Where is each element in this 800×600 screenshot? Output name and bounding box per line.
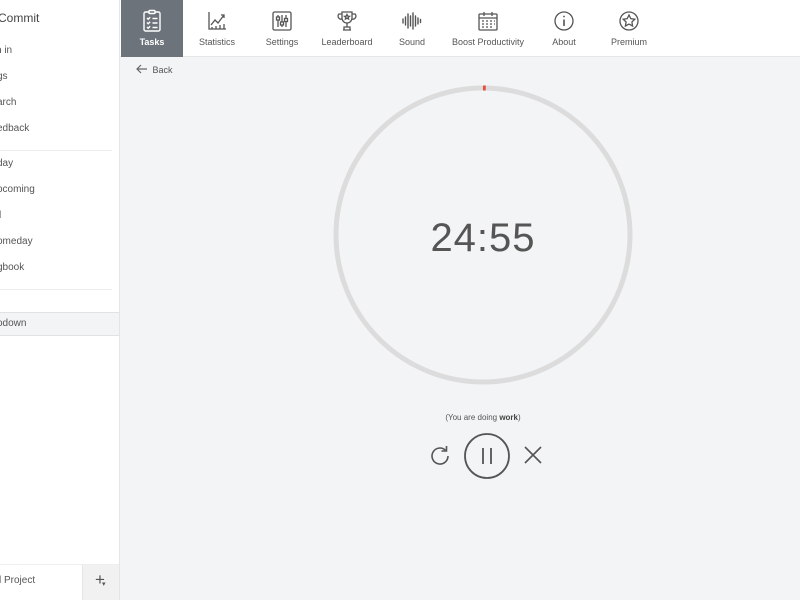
sidebar-item-sign-in[interactable]: n in	[0, 40, 115, 62]
sidebar-item-today[interactable]: day	[0, 153, 116, 175]
tab-leaderboard[interactable]: Leaderboard	[317, 0, 377, 57]
tab-settings[interactable]: Settings	[252, 0, 312, 57]
sidebar-item-label: ocoming	[0, 184, 35, 195]
tab-label: Boost Productivity	[451, 37, 525, 47]
tab-label: Settings	[265, 37, 299, 47]
status-suffix: )	[517, 413, 521, 422]
status-mode: work	[499, 413, 518, 422]
soundwave-icon	[402, 12, 422, 30]
tab-label: Tasks	[139, 37, 165, 47]
info-icon	[554, 11, 574, 31]
tab-boost-productivity[interactable]: Boost Productivity	[447, 0, 529, 57]
pause-button[interactable]	[463, 432, 511, 480]
calendar-icon	[478, 12, 498, 31]
sidebar-footer: l Project + ▾	[0, 564, 119, 600]
sidebar-item-label: gs	[0, 71, 8, 82]
back-label: Back	[152, 65, 173, 75]
pause-icon	[482, 448, 492, 464]
app-title: Commit	[0, 11, 40, 25]
trophy-icon	[337, 11, 357, 31]
tab-sound[interactable]: Sound	[382, 0, 442, 57]
sidebar-item-search[interactable]: arch	[0, 92, 116, 114]
tab-about[interactable]: About	[534, 0, 594, 57]
tab-statistics[interactable]: Statistics	[187, 0, 247, 57]
sidebar-item-label: arch	[0, 97, 17, 108]
sidebar-item-label: omeday	[0, 236, 33, 247]
back-button[interactable]: Back	[136, 64, 173, 78]
clipboard-icon	[143, 9, 161, 32]
tab-label: Leaderboard	[321, 37, 373, 47]
sidebar: Commit n in gs arch edback day ocoming l…	[0, 0, 120, 600]
new-project-button[interactable]: l Project	[0, 575, 35, 586]
sidebar-item-logbook[interactable]: gbook	[0, 257, 116, 279]
sidebar-item-selected-list[interactable]: odown	[0, 312, 119, 336]
sidebar-item-label: edback	[0, 123, 30, 134]
sidebar-item-label: l	[0, 210, 1, 221]
sidebar-item-someday[interactable]: omeday	[0, 231, 116, 253]
sidebar-item-label: day	[0, 158, 14, 169]
sidebar-item-label: gbook	[0, 262, 25, 273]
sidebar-item-feedback[interactable]: edback	[0, 118, 116, 140]
close-icon	[524, 446, 542, 464]
status-prefix: (You are doing	[445, 413, 500, 422]
tab-label: Statistics	[198, 37, 235, 47]
sidebar-divider	[0, 150, 112, 151]
sidebar-item-tags[interactable]: gs	[0, 66, 116, 88]
tab-label: About	[552, 37, 576, 47]
sidebar-item-label: n in	[0, 45, 13, 56]
add-menu-button[interactable]: + ▾	[82, 565, 119, 600]
tab-label: Premium	[610, 37, 647, 47]
timer-display: 24:55	[430, 216, 536, 260]
chart-icon	[208, 12, 226, 30]
sidebar-item-all[interactable]: l	[0, 205, 118, 227]
tab-tasks[interactable]: Tasks	[121, 0, 183, 57]
sidebar-divider	[0, 289, 112, 290]
session-status: (You are doing work)	[333, 413, 633, 422]
arrow-left-icon	[136, 64, 150, 76]
sliders-icon	[272, 11, 292, 31]
sidebar-item-label: odown	[0, 318, 27, 329]
tab-label: Sound	[398, 37, 426, 47]
chevron-down-icon: ▾	[102, 581, 106, 588]
star-badge-icon	[619, 11, 639, 31]
top-nav: Tasks Statistics Settings Leaderboard So…	[120, 0, 800, 57]
tab-premium[interactable]: Premium	[599, 0, 659, 57]
stop-button[interactable]	[522, 444, 544, 466]
restart-button[interactable]	[427, 443, 453, 469]
sidebar-item-upcoming[interactable]: ocoming	[0, 179, 116, 201]
